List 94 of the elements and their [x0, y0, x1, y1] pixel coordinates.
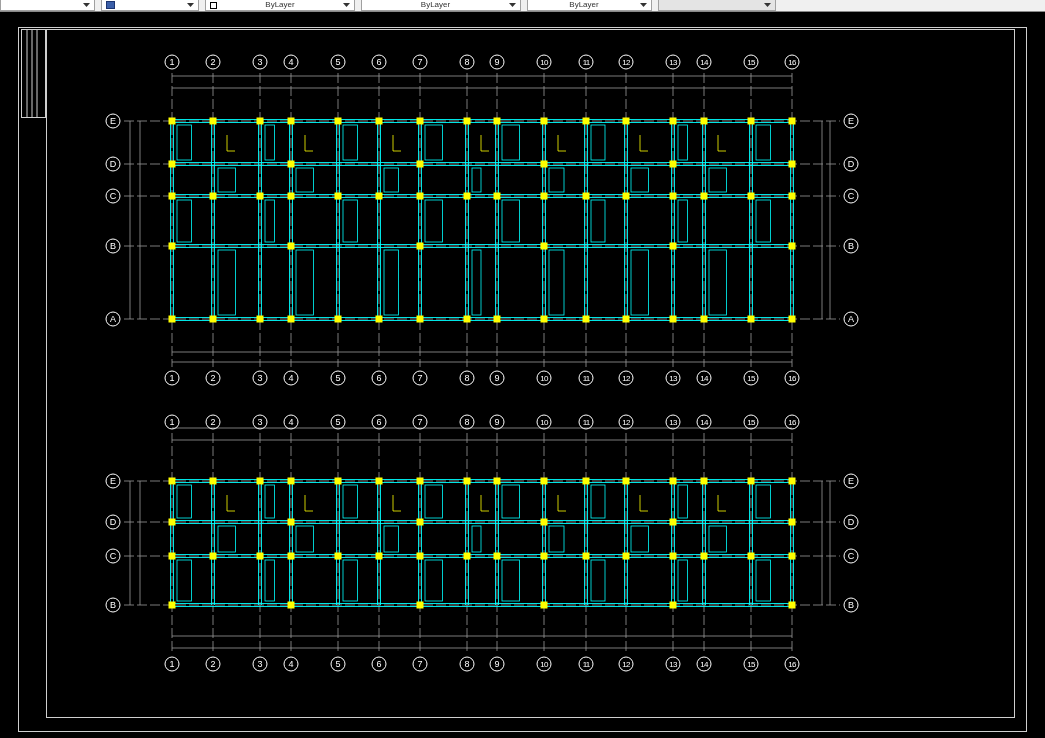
- grid-bubble: 5: [330, 370, 346, 386]
- grid-bubble: 3: [252, 414, 268, 430]
- grid-bubble: 2: [205, 656, 221, 672]
- grid-bubble: B: [105, 597, 121, 613]
- grid-bubble: 10: [536, 656, 552, 672]
- color-swatch-icon: [210, 1, 217, 9]
- grid-bubble: 12: [618, 414, 634, 430]
- property-dropdown[interactable]: ByLayer: [527, 0, 652, 11]
- grid-bubble: 4: [283, 370, 299, 386]
- grid-bubble: C: [105, 548, 121, 564]
- grid-bubble: 5: [330, 54, 346, 70]
- grid-bubble: 16: [784, 54, 800, 70]
- grid-bubble: B: [105, 238, 121, 254]
- grid-bubble: 7: [412, 54, 428, 70]
- grid-bubble: 11: [578, 370, 594, 386]
- grid-bubble: 7: [412, 656, 428, 672]
- grid-bubble: 4: [283, 656, 299, 672]
- grid-bubble: 15: [743, 370, 759, 386]
- grid-bubble: D: [843, 156, 859, 172]
- grid-bubble: 6: [371, 656, 387, 672]
- grid-bubble: 11: [578, 54, 594, 70]
- grid-bubble: 14: [696, 656, 712, 672]
- grid-bubble: 3: [252, 54, 268, 70]
- grid-bubble: 15: [743, 54, 759, 70]
- grid-bubble: 8: [459, 370, 475, 386]
- grid-bubble: 6: [371, 370, 387, 386]
- grid-bubble: 16: [784, 370, 800, 386]
- grid-bubble: 1: [164, 370, 180, 386]
- caret-icon: [83, 3, 90, 7]
- grid-bubble: E: [105, 113, 121, 129]
- property-dropdown[interactable]: ByLayer: [361, 0, 521, 11]
- grid-bubble: B: [843, 238, 859, 254]
- grid-bubble: 10: [536, 370, 552, 386]
- grid-bubble: 2: [205, 414, 221, 430]
- grid-bubble: 9: [489, 656, 505, 672]
- grid-bubble: 15: [743, 656, 759, 672]
- grid-bubble: 13: [665, 656, 681, 672]
- layer-icon: [106, 1, 115, 9]
- caret-icon: [640, 3, 647, 7]
- grid-bubble: 15: [743, 414, 759, 430]
- grid-bubble: 11: [578, 656, 594, 672]
- grid-bubble: 12: [618, 54, 634, 70]
- grid-bubble: 1: [164, 656, 180, 672]
- grid-bubble: D: [105, 156, 121, 172]
- caret-icon: [343, 3, 350, 7]
- grid-bubble: 10: [536, 54, 552, 70]
- grid-bubble: C: [843, 188, 859, 204]
- grid-bubble: 14: [696, 54, 712, 70]
- grid-bubble: E: [105, 473, 121, 489]
- grid-bubble: 6: [371, 54, 387, 70]
- grid-bubble: 9: [489, 414, 505, 430]
- grid-bubble: B: [843, 597, 859, 613]
- property-dropdown[interactable]: ByLayer: [205, 0, 355, 11]
- property-dropdown[interactable]: [101, 0, 199, 11]
- grid-bubble: A: [843, 311, 859, 327]
- grid-bubble: 7: [412, 414, 428, 430]
- grid-bubble: D: [843, 514, 859, 530]
- grid-bubble: C: [105, 188, 121, 204]
- grid-bubble: 3: [252, 370, 268, 386]
- grid-bubble: 12: [618, 656, 634, 672]
- grid-bubble: 2: [205, 54, 221, 70]
- grid-bubble: C: [843, 548, 859, 564]
- grid-bubble: 1: [164, 414, 180, 430]
- grid-bubble: 5: [330, 656, 346, 672]
- grid-bubble: 9: [489, 54, 505, 70]
- grid-bubble: 16: [784, 414, 800, 430]
- grid-bubble: E: [843, 473, 859, 489]
- caret-icon: [764, 3, 771, 7]
- grid-bubble: 6: [371, 414, 387, 430]
- grid-bubble: 12: [618, 370, 634, 386]
- grid-bubble: 4: [283, 414, 299, 430]
- grid-bubble: 1: [164, 54, 180, 70]
- grid-bubble: 13: [665, 54, 681, 70]
- grid-bubble: 13: [665, 370, 681, 386]
- grid-bubble: 11: [578, 414, 594, 430]
- grid-bubble: 3: [252, 656, 268, 672]
- grid-bubble: 7: [412, 370, 428, 386]
- grid-bubble: 8: [459, 656, 475, 672]
- grid-bubble: 5: [330, 414, 346, 430]
- grid-bubble: A: [105, 311, 121, 327]
- grid-bubble: 8: [459, 414, 475, 430]
- grid-bubble: 10: [536, 414, 552, 430]
- grid-bubble: 13: [665, 414, 681, 430]
- grid-bubble: D: [105, 514, 121, 530]
- grid-bubble: 4: [283, 54, 299, 70]
- grid-bubble: E: [843, 113, 859, 129]
- grid-bubble: 14: [696, 414, 712, 430]
- grid-bubble: 14: [696, 370, 712, 386]
- caret-icon: [509, 3, 516, 7]
- grid-bubble: 9: [489, 370, 505, 386]
- grid-bubble: 8: [459, 54, 475, 70]
- grid-bubble: 2: [205, 370, 221, 386]
- caret-icon: [187, 3, 194, 7]
- grid-bubble: 16: [784, 656, 800, 672]
